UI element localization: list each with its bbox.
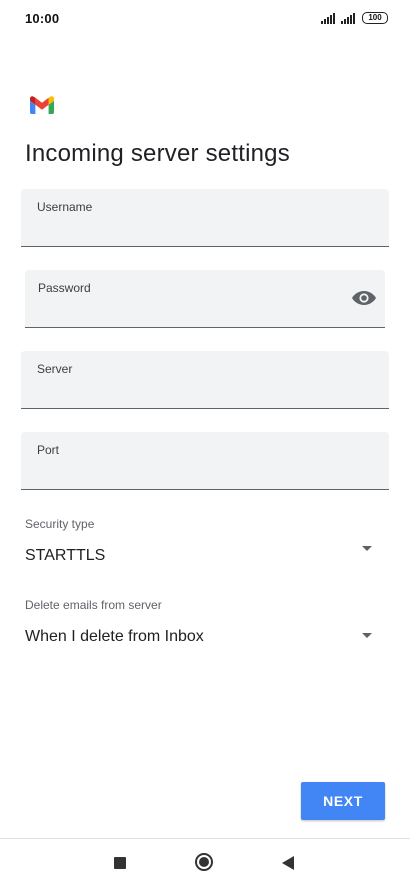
battery-level: 100	[368, 13, 382, 22]
port-field[interactable]: Port	[21, 432, 389, 490]
delete-emails-label: Delete emails from server	[25, 598, 162, 612]
server-input[interactable]	[37, 381, 337, 398]
back-button[interactable]	[282, 856, 294, 870]
status-time: 10:00	[25, 11, 60, 26]
signal-icon	[341, 12, 359, 24]
battery-icon: 100	[362, 12, 388, 24]
navigation-bar	[0, 838, 410, 888]
server-label: Server	[37, 362, 73, 376]
page-title: Incoming server settings	[25, 140, 290, 167]
eye-icon[interactable]	[351, 288, 377, 308]
security-type-label: Security type	[25, 517, 95, 531]
password-label: Password	[38, 281, 91, 295]
username-input[interactable]	[37, 219, 337, 236]
username-field[interactable]: Username	[21, 189, 389, 247]
delete-emails-dropdown[interactable]: When I delete from Inbox	[20, 616, 390, 662]
gmail-logo	[30, 96, 54, 114]
security-type-value: STARTTLS	[25, 547, 106, 564]
chevron-down-icon	[362, 633, 372, 638]
port-input[interactable]	[37, 462, 337, 479]
next-button[interactable]: NEXT	[301, 782, 385, 820]
chevron-down-icon	[362, 546, 372, 551]
server-field[interactable]: Server	[21, 351, 389, 409]
status-bar: 10:00 100	[0, 0, 410, 36]
password-field[interactable]: Password	[25, 270, 385, 328]
port-label: Port	[37, 443, 60, 457]
password-input[interactable]	[38, 300, 328, 317]
security-type-dropdown[interactable]: STARTTLS	[20, 535, 390, 581]
delete-emails-value: When I delete from Inbox	[25, 628, 204, 645]
home-button[interactable]	[195, 853, 213, 871]
username-label: Username	[37, 200, 93, 214]
recents-button[interactable]	[114, 857, 126, 869]
signal-icon	[321, 12, 339, 24]
